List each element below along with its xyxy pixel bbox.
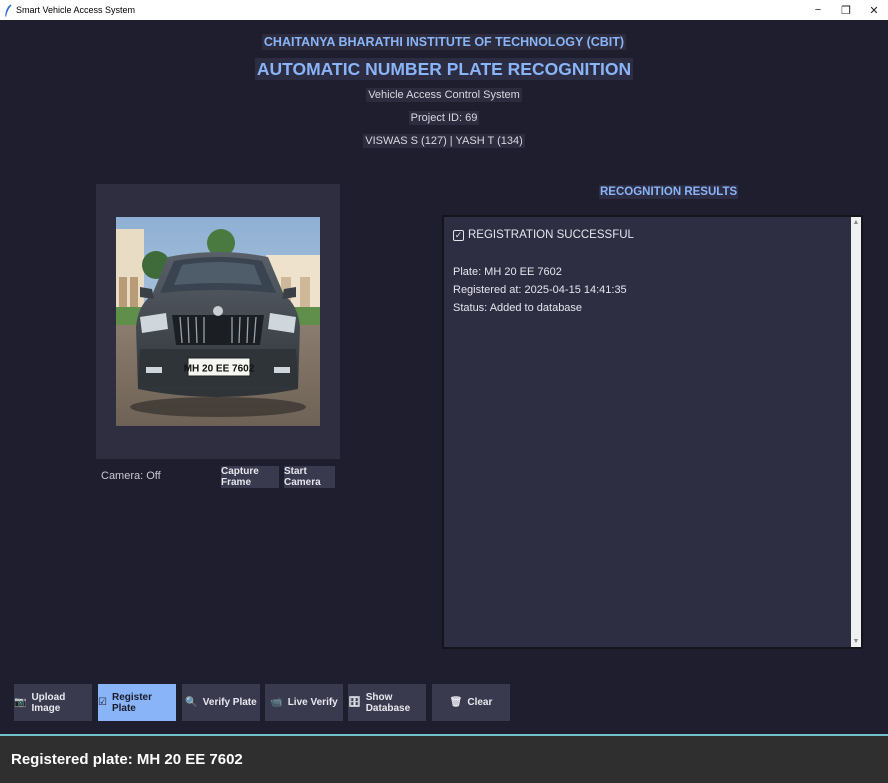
clear-button[interactable]: 🗑 Clear [432, 684, 510, 721]
checkbox-icon: ☑ [98, 697, 107, 708]
close-button[interactable]: ✕ [860, 0, 888, 20]
result-plate: Plate: MH 20 EE 7602 [453, 266, 562, 278]
result-heading-text: REGISTRATION SUCCESSFUL [468, 229, 634, 241]
camera-status: Camera: Off [101, 470, 161, 482]
result-status: Status: Added to database [453, 302, 583, 314]
project-id: Project ID: 69 [408, 111, 480, 125]
minimize-button[interactable]: − [804, 0, 832, 20]
institute-heading: CHAITANYA BHARATHI INSTITUTE OF TECHNOLO… [261, 34, 627, 50]
camera-icon: 📷 [14, 697, 27, 708]
results-scrollbar[interactable]: ▲ ▼ [851, 217, 861, 647]
page-subtitle: Vehicle Access Control System [366, 88, 522, 102]
window-titlebar: Smart Vehicle Access System − ❐ ✕ [0, 0, 888, 20]
capture-frame-button[interactable]: Capture Frame [221, 466, 279, 488]
results-title: RECOGNITION RESULTS [599, 185, 739, 199]
page-title: AUTOMATIC NUMBER PLATE RECOGNITION [254, 58, 634, 80]
plate-text: MH 20 EE 7602 [184, 364, 255, 375]
status-text: Registered plate: MH 20 EE 7602 [11, 751, 243, 768]
restore-button[interactable]: ❐ [832, 0, 860, 20]
results-panel[interactable]: ✓ REGISTRATION SUCCESSFUL Plate: MH 20 E… [442, 215, 863, 649]
status-bar: Registered plate: MH 20 EE 7602 [0, 734, 888, 783]
trash-icon: 🗑 [449, 697, 463, 708]
video-icon: 📹 [270, 697, 283, 708]
result-heading: ✓ REGISTRATION SUCCESSFUL [453, 229, 634, 241]
image-preview-panel: MH 20 EE 7602 [96, 184, 340, 459]
verify-plate-button[interactable]: 🔍 Verify Plate [182, 684, 260, 721]
register-plate-button[interactable]: ☑ Register Plate [98, 684, 176, 721]
show-database-button[interactable]: 🗄 Show Database [348, 684, 426, 721]
scroll-up-icon[interactable]: ▲ [851, 219, 861, 226]
result-registered-at: Registered at: 2025-04-15 14:41:35 [453, 284, 627, 296]
window-title: Smart Vehicle Access System [16, 5, 136, 15]
scroll-down-icon[interactable]: ▼ [851, 638, 861, 645]
team-members: VISWAS S (127) | YASH T (134) [363, 134, 525, 148]
upload-image-button[interactable]: 📷 Upload Image [14, 684, 92, 721]
live-verify-button[interactable]: 📹 Live Verify [265, 684, 343, 721]
search-icon: 🔍 [185, 697, 198, 708]
vehicle-image: MH 20 EE 7602 [116, 217, 320, 426]
database-icon: 🗄 [348, 697, 361, 708]
feather-icon [3, 3, 13, 17]
checkbox-icon: ✓ [453, 229, 464, 241]
start-camera-button[interactable]: Start Camera [284, 466, 335, 488]
